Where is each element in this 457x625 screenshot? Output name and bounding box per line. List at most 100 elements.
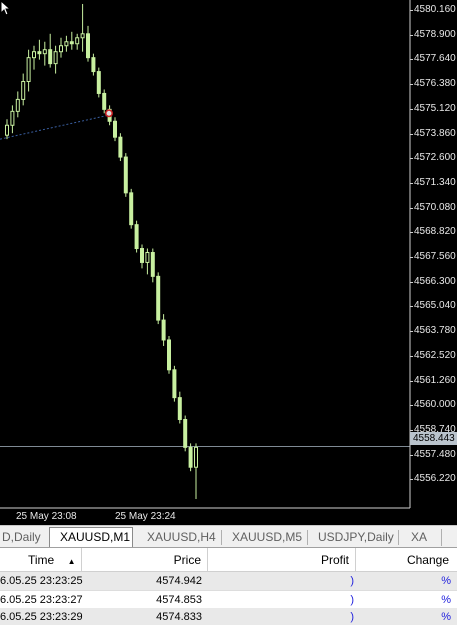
candle-body bbox=[64, 41, 69, 47]
price-tick-mark bbox=[410, 257, 413, 258]
price-tick-label: 4560.000 bbox=[414, 399, 456, 411]
price-chart[interactable]: 4580.160 4578.900 4577.640 4576.380 4575.120… bbox=[0, 0, 457, 525]
table-row[interactable]: 6.05.25 23:23:29 4574.833 ) % bbox=[0, 608, 457, 625]
price-tick-mark bbox=[410, 479, 413, 481]
candle-body bbox=[32, 51, 36, 59]
time-label-1: 25 May 23:08 bbox=[16, 511, 77, 522]
candle-body bbox=[140, 248, 144, 263]
order-marker-icon bbox=[105, 109, 113, 118]
cell-change: % bbox=[441, 611, 451, 623]
candle-body bbox=[172, 369, 177, 399]
price-tick-label: 4563.780 bbox=[414, 325, 456, 337]
tab-separator bbox=[307, 530, 308, 545]
tab-d-daily[interactable]: D,Daily bbox=[2, 528, 46, 547]
tab-xauusd-m5[interactable]: XAUUSD,M5 bbox=[232, 528, 302, 547]
tab-xauusd-m1[interactable]: XAUUSD,M1 bbox=[49, 527, 133, 547]
price-tick-mark bbox=[410, 405, 413, 407]
candle-body bbox=[194, 446, 198, 468]
candle-body bbox=[37, 51, 42, 55]
candle-body bbox=[102, 92, 107, 110]
price-tick-mark bbox=[410, 429, 413, 431]
sort-arrow-icon: ▲ bbox=[67, 557, 76, 566]
time-label-2: 25 May 23:24 bbox=[115, 511, 176, 522]
candle-body bbox=[80, 33, 85, 39]
candle-body bbox=[86, 33, 90, 59]
tab-separator bbox=[398, 530, 399, 545]
price-tick-mark bbox=[410, 380, 413, 382]
price-tick-mark bbox=[410, 306, 413, 308]
price-tick-mark bbox=[410, 133, 413, 135]
candle-body bbox=[118, 136, 123, 158]
price-tick-label: 4561.260 bbox=[414, 374, 456, 386]
price-tick-label: 4557.480 bbox=[414, 448, 456, 460]
table-row[interactable]: 6.05.25 23:23:25 4574.942 ) % bbox=[0, 572, 457, 590]
trend-line bbox=[0, 114, 109, 140]
tab-separator bbox=[221, 530, 222, 545]
candle-body bbox=[26, 57, 31, 83]
price-tick-mark bbox=[410, 281, 413, 283]
candle-body bbox=[69, 41, 74, 45]
price-tick-label: 4576.380 bbox=[414, 78, 456, 90]
column-header-change[interactable]: Change bbox=[356, 548, 457, 572]
candle-body bbox=[156, 275, 161, 321]
tab-scroll-button[interactable] bbox=[441, 529, 457, 546]
tab-xa[interactable]: XA bbox=[411, 528, 431, 547]
price-tick-label: 4578.900 bbox=[414, 28, 456, 40]
candle-body bbox=[134, 224, 139, 250]
candle-body bbox=[21, 81, 26, 100]
tab-usdjpy-daily[interactable]: USDJPY,Daily bbox=[318, 528, 394, 547]
price-tick-mark bbox=[410, 355, 413, 357]
price-tick-label: 4568.820 bbox=[414, 226, 456, 238]
candle-body bbox=[42, 49, 47, 55]
price-tick-mark bbox=[410, 108, 413, 110]
candle-body bbox=[113, 120, 117, 138]
candle-body bbox=[15, 98, 20, 112]
candle-body bbox=[96, 71, 101, 94]
price-tick-mark bbox=[410, 454, 413, 456]
candle-body bbox=[59, 45, 63, 53]
cell-time: 6.05.25 23:23:25 bbox=[0, 575, 83, 587]
price-tick-label: 4570.080 bbox=[414, 201, 456, 213]
column-header-profit[interactable]: Profit bbox=[208, 548, 356, 572]
candle-body bbox=[183, 419, 188, 448]
price-tick-mark bbox=[410, 158, 413, 160]
candle-body bbox=[5, 124, 9, 136]
tab-xauusd-h4[interactable]: XAUUSD,H4 bbox=[147, 528, 217, 547]
cell-profit: ) bbox=[350, 611, 354, 623]
price-tick-label: 4571.340 bbox=[414, 176, 456, 188]
ticks-table: Time ▲ Price Profit Change 6.05.25 23:23… bbox=[0, 548, 457, 625]
column-header-price[interactable]: Price bbox=[82, 548, 208, 572]
candle-body bbox=[53, 51, 58, 65]
price-tick-label: 4573.860 bbox=[414, 127, 456, 139]
column-header-time[interactable]: Time ▲ bbox=[0, 548, 82, 572]
price-tick-label: 4572.600 bbox=[414, 152, 456, 164]
candle-body bbox=[10, 110, 15, 126]
table-row[interactable]: 6.05.25 23:23:27 4574.853 ) % bbox=[0, 590, 457, 609]
candle-body bbox=[123, 156, 128, 194]
cell-profit: ) bbox=[350, 594, 354, 606]
price-tick-mark bbox=[410, 34, 413, 36]
price-tick-mark bbox=[410, 10, 413, 11]
cell-change: % bbox=[441, 575, 451, 587]
candle-body bbox=[75, 37, 80, 45]
price-tick-label: 4577.640 bbox=[414, 53, 456, 65]
cell-profit: ) bbox=[350, 575, 354, 587]
candle-body bbox=[129, 192, 134, 226]
candle-body bbox=[91, 57, 96, 73]
column-time-label: Time bbox=[28, 553, 55, 567]
price-tick-mark bbox=[410, 59, 413, 61]
price-tick-label: 4580.160 bbox=[414, 4, 456, 15]
candle-body bbox=[145, 252, 150, 263]
cell-price: 4574.833 bbox=[156, 611, 202, 623]
price-tick-label: 4575.120 bbox=[414, 102, 456, 114]
candle-body bbox=[150, 252, 155, 277]
cell-price: 4574.853 bbox=[156, 594, 202, 606]
candle-body bbox=[167, 339, 171, 371]
cell-time: 6.05.25 23:23:29 bbox=[0, 611, 83, 623]
price-tick-mark bbox=[410, 232, 413, 234]
price-tick-label: 4565.040 bbox=[414, 300, 456, 312]
candle-body bbox=[48, 49, 53, 65]
price-tick-label: 4567.560 bbox=[414, 251, 456, 262]
candle-body bbox=[177, 397, 182, 421]
cell-price: 4574.942 bbox=[156, 575, 202, 587]
